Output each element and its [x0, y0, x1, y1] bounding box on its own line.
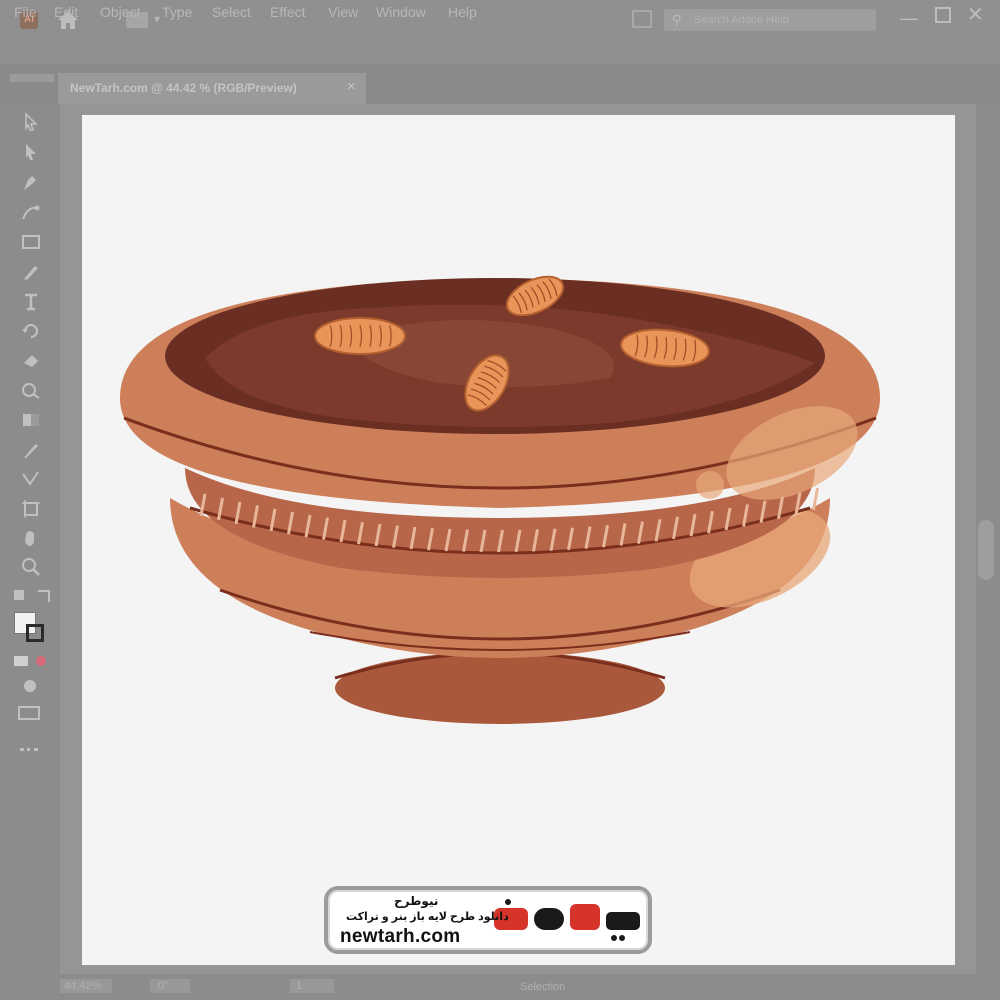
color-mode-icon[interactable]: [14, 656, 28, 666]
chevron-down-icon[interactable]: ▾: [154, 12, 160, 26]
zoom-tool-icon[interactable]: [20, 556, 42, 576]
rotation-angle: 0°: [158, 980, 169, 992]
menu-select[interactable]: Select: [212, 4, 251, 20]
search-icon: ⚲: [672, 12, 682, 27]
document-tab-label: NewTarh.com @ 44.42 % (RGB/Preview): [70, 81, 297, 95]
menu-effect[interactable]: Effect: [270, 4, 306, 20]
watermark-subtitle: دانلود طرح لایه باز بنر و تراکت: [346, 911, 509, 923]
curvature-tool-icon[interactable]: [20, 202, 42, 222]
hand-tool-icon[interactable]: [20, 528, 42, 548]
close-icon[interactable]: ×: [347, 78, 356, 95]
type-tool-icon[interactable]: [20, 292, 42, 312]
menu-window[interactable]: Window: [376, 4, 426, 20]
search-input[interactable]: [694, 9, 869, 31]
maximize-icon[interactable]: [935, 7, 951, 23]
gradient-tool-icon[interactable]: [20, 410, 42, 430]
menu-view[interactable]: View: [328, 4, 358, 20]
artboard-number: 1: [296, 980, 303, 992]
current-tool-label: Selection: [520, 981, 566, 993]
rotate-tool-icon[interactable]: [20, 320, 42, 340]
shape-builder-tool-icon[interactable]: [20, 380, 42, 400]
menu-file[interactable]: File: [14, 4, 37, 20]
arrange-documents-icon[interactable]: [632, 10, 652, 28]
menu-edit[interactable]: Edit: [54, 4, 78, 20]
menu-help[interactable]: Help: [448, 4, 477, 20]
direct-selection-tool-icon[interactable]: [20, 142, 42, 162]
close-window-icon[interactable]: ✕: [967, 2, 984, 27]
pen-tool-icon[interactable]: [20, 172, 42, 192]
minimize-icon[interactable]: —: [900, 8, 918, 29]
watermark-url: newtarh.com: [340, 926, 461, 947]
default-colors-icon[interactable]: [14, 590, 24, 600]
selection-tool-icon[interactable]: [20, 112, 42, 132]
menu-object[interactable]: Object: [100, 4, 140, 20]
zoom-level: 44.42%: [64, 980, 102, 992]
none-color-icon[interactable]: [36, 656, 46, 666]
draw-mode-icon[interactable]: [24, 680, 36, 692]
eyedropper-tool-icon[interactable]: [20, 440, 42, 460]
bowl-illustration[interactable]: [110, 268, 890, 738]
vertical-scrollbar[interactable]: [978, 520, 994, 580]
newtarh-logo: [494, 899, 640, 941]
artboard-tool-icon[interactable]: [20, 498, 42, 518]
rectangle-tool-icon[interactable]: [20, 232, 42, 252]
bowl-foot: [335, 652, 665, 724]
almond: [314, 317, 406, 355]
rotation-field[interactable]: [150, 979, 190, 993]
screen-mode-icon[interactable]: [18, 706, 40, 720]
watermark-title: نیوطرح: [394, 894, 439, 908]
blend-tool-icon[interactable]: [20, 468, 42, 488]
more-tools-icon[interactable]: [20, 748, 38, 755]
eraser-tool-icon[interactable]: [20, 350, 42, 370]
swap-colors-icon[interactable]: [38, 590, 50, 602]
stroke-swatch[interactable]: [26, 624, 44, 642]
menu-type[interactable]: Type: [162, 4, 192, 20]
menu-bar: [0, 40, 1000, 64]
paintbrush-tool-icon[interactable]: [20, 262, 42, 282]
panel-collapse-handle[interactable]: [10, 74, 54, 82]
